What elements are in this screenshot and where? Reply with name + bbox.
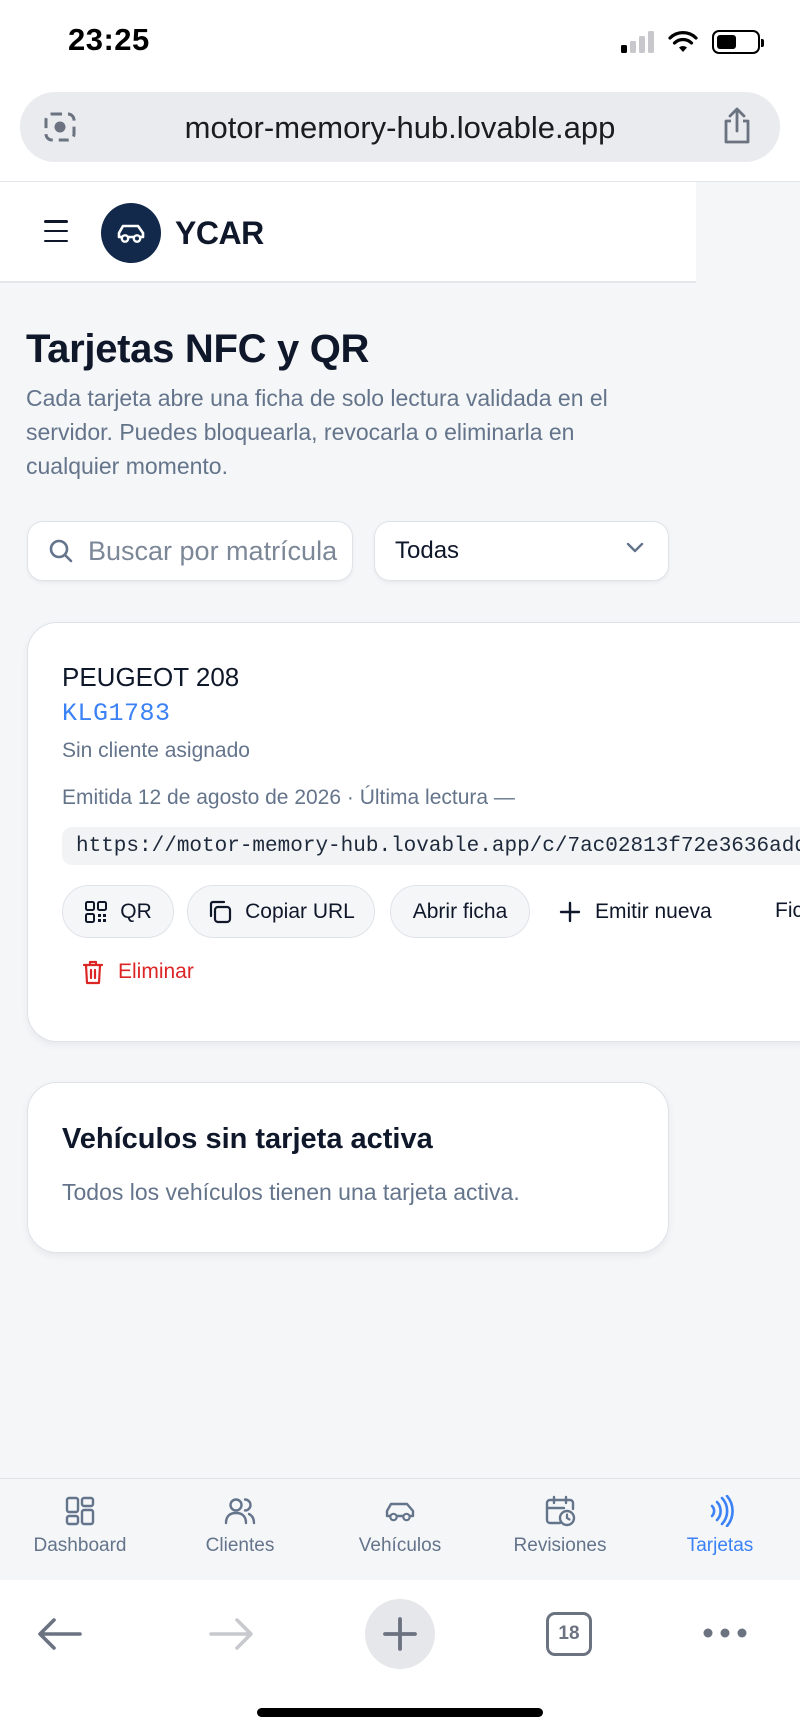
- nav-label-vehiculos: Vehículos: [358, 1535, 442, 1556]
- back-arrow-icon[interactable]: [36, 1617, 84, 1651]
- qr-code-icon: [85, 900, 108, 923]
- nav-item-clientes[interactable]: Clientes: [160, 1479, 320, 1580]
- qr-button[interactable]: QR: [62, 885, 174, 938]
- page-description: Cada tarjeta abre una ficha de solo lect…: [26, 385, 608, 479]
- nfc-waves-icon: [710, 1495, 734, 1527]
- more-icon[interactable]: [702, 1627, 748, 1639]
- vehicle-plate[interactable]: KLG1783: [62, 699, 171, 728]
- page-title: Tarjetas NFC y QR: [26, 327, 370, 371]
- search-box[interactable]: [27, 521, 353, 581]
- url-text[interactable]: motor-memory-hub.lovable.app: [20, 110, 780, 146]
- vehicles-without-card-section: Vehículos sin tarjeta activa Todos los v…: [27, 1082, 669, 1253]
- nav-item-tarjetas[interactable]: Tarjetas: [640, 1479, 800, 1580]
- card-url-text: https://motor-memory-hub.lovable.app/c/7…: [76, 835, 800, 858]
- nav-label-clientes: Clientes: [205, 1535, 275, 1556]
- section-title: Vehículos sin tarjeta activa: [62, 1123, 433, 1155]
- nav-item-revisiones[interactable]: Revisiones: [480, 1479, 640, 1580]
- delete-card-button[interactable]: Eliminar: [82, 959, 194, 985]
- wifi-icon: [668, 31, 698, 52]
- status-time: 23:25: [68, 22, 150, 57]
- status-bar: 23:25: [0, 0, 800, 88]
- dashboard-grid-icon: [65, 1496, 95, 1526]
- new-tab-plus-icon: [383, 1617, 417, 1651]
- nav-item-dashboard[interactable]: Dashboard: [0, 1479, 160, 1580]
- car-icon: [117, 224, 145, 243]
- car-icon: [385, 1502, 415, 1522]
- tabs-icon[interactable]: 18: [546, 1612, 592, 1656]
- copy-url-button[interactable]: Copiar URL: [187, 885, 375, 938]
- open-sheet-button[interactable]: Abrir ficha: [390, 885, 530, 938]
- filter-selected-value: Todas: [395, 537, 460, 564]
- copy-url-label: Copiar URL: [245, 899, 355, 923]
- app-header: YCAR: [0, 182, 696, 283]
- nfc-card: PEUGEOT 208 KLG1783 Sin cliente asignado…: [27, 622, 800, 1042]
- battery-icon: [712, 30, 764, 54]
- home-indicator: [257, 1708, 543, 1717]
- chevron-down-icon: [626, 542, 644, 553]
- qr-button-label: QR: [120, 899, 152, 923]
- users-icon: [224, 1498, 256, 1525]
- trash-icon: [82, 960, 104, 985]
- delete-label: Eliminar: [118, 960, 194, 983]
- sheet-action-button-partial[interactable]: Fic: [775, 899, 800, 923]
- card-url: https://motor-memory-hub.lovable.app/c/7…: [62, 827, 800, 865]
- nav-item-vehiculos[interactable]: Vehículos: [320, 1479, 480, 1580]
- issue-new-card-button[interactable]: Emitir nueva: [559, 885, 712, 938]
- calendar-clock-icon: [545, 1495, 576, 1527]
- issue-new-label: Emitir nueva: [595, 899, 712, 923]
- new-tab-button[interactable]: [365, 1599, 435, 1669]
- nav-label-tarjetas: Tarjetas: [686, 1535, 754, 1556]
- hamburger-menu-icon[interactable]: [44, 220, 68, 242]
- copy-icon: [210, 900, 232, 923]
- logo[interactable]: [101, 203, 161, 263]
- cellular-signal-icon: [621, 31, 654, 53]
- share-icon[interactable]: [720, 106, 754, 146]
- vehicle-name: PEUGEOT 208: [62, 662, 240, 692]
- plus-icon: [559, 901, 581, 922]
- bottom-nav: Dashboard Clientes Vehículos Revisiones: [0, 1478, 800, 1580]
- nav-label-revisiones: Revisiones: [513, 1535, 607, 1556]
- client-name: Sin cliente asignado: [62, 739, 250, 762]
- search-input[interactable]: [88, 524, 350, 578]
- search-icon: [49, 539, 73, 563]
- section-empty-text: Todos los vehículos tienen una tarjeta a…: [62, 1179, 520, 1205]
- status-icons: [621, 30, 764, 54]
- web-page: YCAR Tarjetas NFC y QR Cada tarjeta abre…: [0, 181, 800, 1478]
- brand-name[interactable]: YCAR: [175, 215, 264, 252]
- browser-toolbar: 18: [0, 1580, 800, 1731]
- card-emission-info: Emitida 12 de agosto de 2026 · Última le…: [62, 786, 515, 809]
- nav-label-dashboard: Dashboard: [33, 1535, 127, 1556]
- open-sheet-label: Abrir ficha: [412, 899, 508, 923]
- status-filter-select[interactable]: Todas: [374, 521, 669, 581]
- browser-address-bar[interactable]: motor-memory-hub.lovable.app: [20, 92, 780, 162]
- forward-arrow-icon[interactable]: [207, 1617, 255, 1651]
